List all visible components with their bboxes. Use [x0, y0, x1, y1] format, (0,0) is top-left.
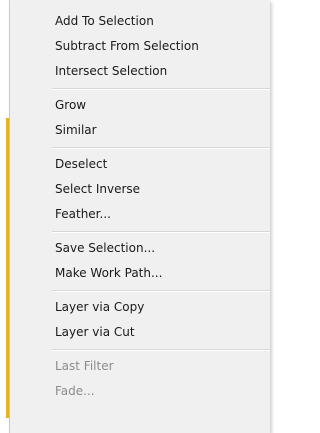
- menu-group-filter: Last Filter Fade...: [10, 354, 270, 404]
- menu-separator: [10, 345, 270, 354]
- menu-item-intersect-selection[interactable]: Intersect Selection: [10, 59, 270, 84]
- menu-item-subtract-from-selection[interactable]: Subtract From Selection: [10, 34, 270, 59]
- menu-group-select: Deselect Select Inverse Feather...: [10, 152, 270, 227]
- menu-separator: [10, 227, 270, 236]
- menu-item-layer-via-copy[interactable]: Layer via Copy: [10, 295, 270, 320]
- menu-item-save-selection[interactable]: Save Selection...: [10, 236, 270, 261]
- menu-separator: [10, 84, 270, 93]
- menu-item-fade: Fade...: [55, 384, 95, 398]
- menu-item-deselect[interactable]: Deselect: [10, 152, 270, 177]
- menu-separator: [10, 143, 270, 152]
- menu-separator: [10, 286, 270, 295]
- menu-group-selection-modes: Add To Selection Subtract From Selection…: [10, 9, 270, 84]
- menu-item-select-inverse[interactable]: Select Inverse: [10, 177, 270, 202]
- menu-group-save: Save Selection... Make Work Path...: [10, 236, 270, 286]
- menu-item-make-work-path[interactable]: Make Work Path...: [10, 261, 270, 286]
- menu-item-layer-via-cut[interactable]: Layer via Cut: [10, 320, 270, 345]
- context-menu: Add To Selection Subtract From Selection…: [9, 0, 270, 433]
- menu-item-grow[interactable]: Grow: [10, 93, 270, 118]
- menu-item-similar[interactable]: Similar: [10, 118, 270, 143]
- menu-group-grow-similar: Grow Similar: [10, 93, 270, 143]
- menu-group-layer: Layer via Copy Layer via Cut: [10, 295, 270, 345]
- menu-item-add-to-selection[interactable]: Add To Selection: [10, 9, 270, 34]
- menu-item-feather[interactable]: Feather...: [10, 202, 270, 227]
- menu-item-last-filter: Last Filter: [55, 359, 114, 373]
